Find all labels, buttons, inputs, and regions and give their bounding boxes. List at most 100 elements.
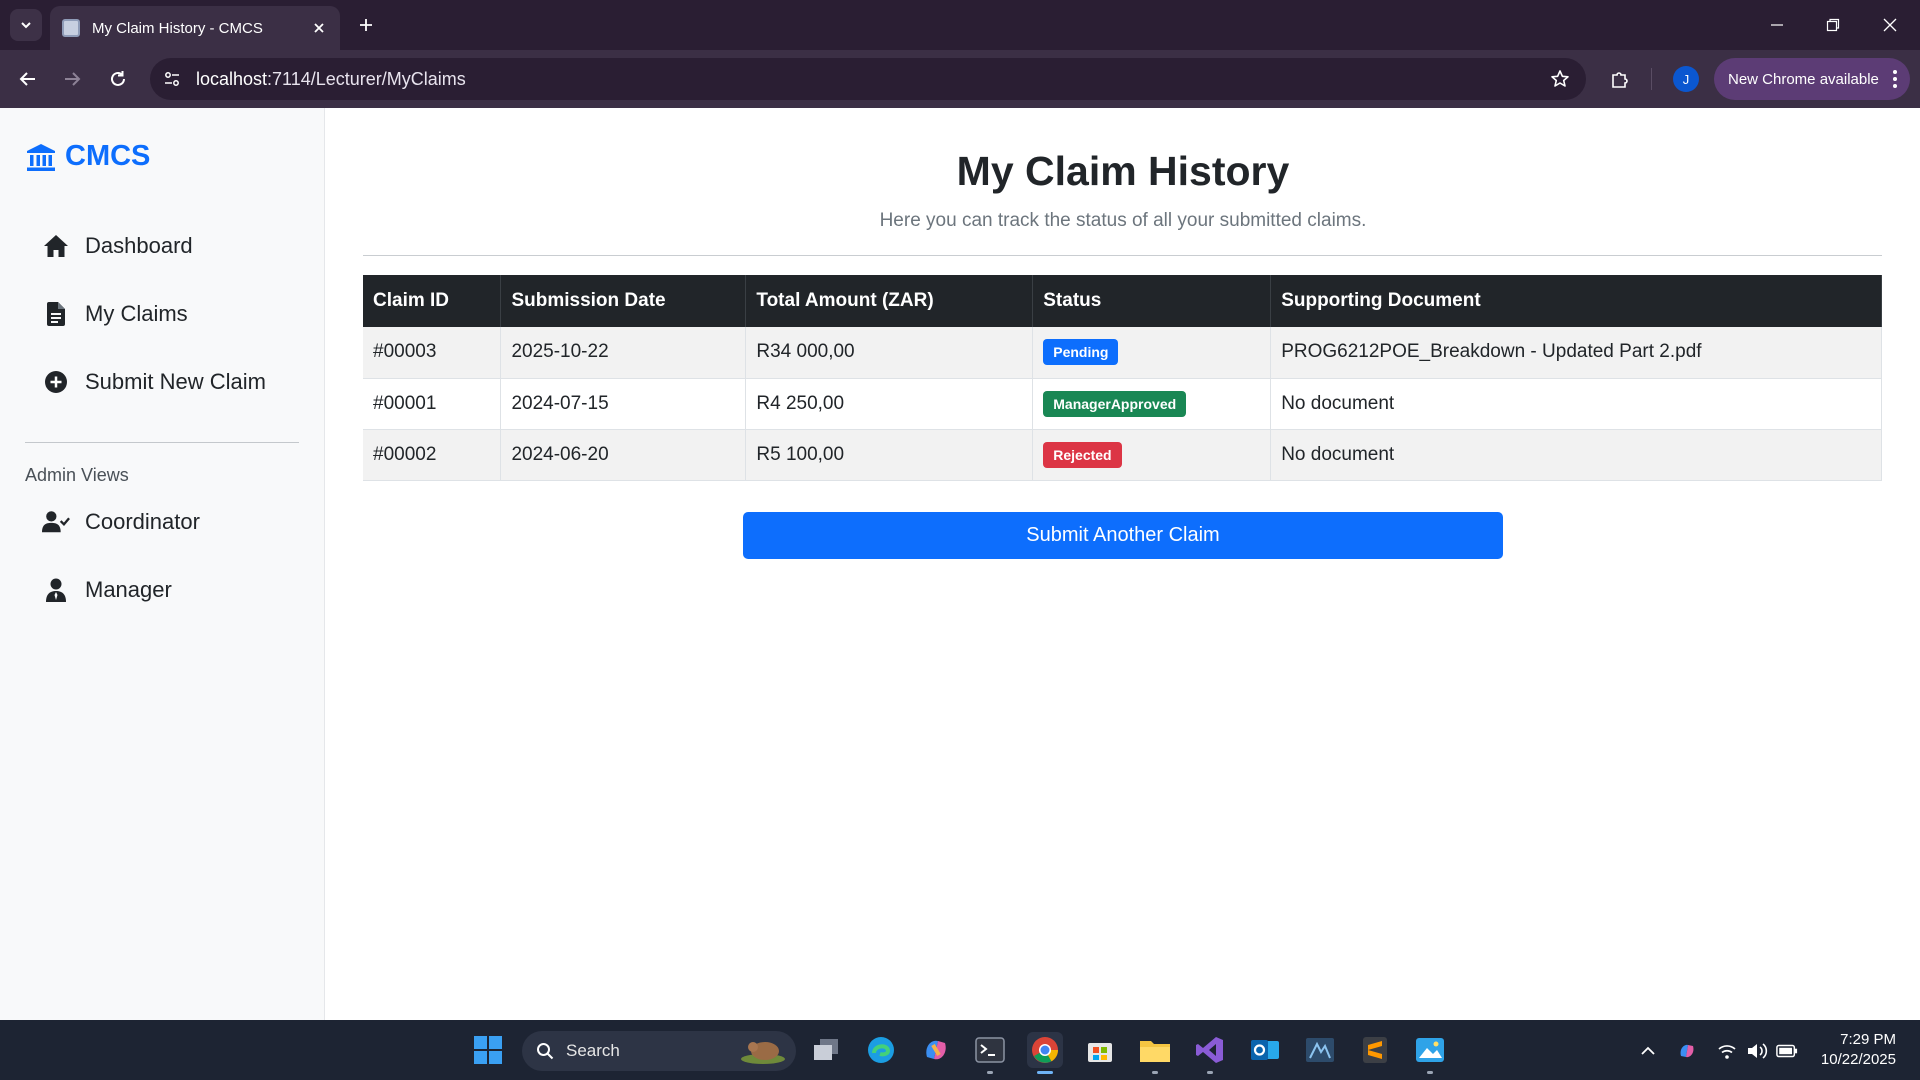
document-cell: No document [1270, 429, 1882, 481]
claims-table: Claim ID Submission Date Total Amount (Z… [363, 275, 1882, 481]
tab-close-icon[interactable] [310, 19, 328, 37]
terminal-icon [975, 1037, 1005, 1063]
chrome-icon [1032, 1037, 1059, 1063]
sidebar-item-manager[interactable]: Manager [42, 568, 302, 612]
column-header-total-amount[interactable]: Total Amount (ZAR) [745, 275, 1034, 327]
user-check-icon [42, 508, 70, 536]
running-indicator [1427, 1071, 1433, 1074]
column-header-submission-date[interactable]: Submission Date [500, 275, 747, 327]
toolbar-separator [1651, 68, 1652, 90]
submit-another-claim-button[interactable]: Submit Another Claim [743, 512, 1503, 559]
admin-views-heading: Admin Views [25, 465, 129, 485]
restore-window-button[interactable] [1818, 10, 1848, 40]
status-cell: ManagerApproved [1032, 378, 1272, 430]
table-header-row: Claim ID Submission Date Total Amount (Z… [363, 275, 1882, 327]
photos-icon [1416, 1038, 1444, 1062]
system-clock[interactable]: 7:29 PM 10/22/2025 [1821, 1030, 1896, 1070]
status-badge: Rejected [1043, 441, 1122, 468]
battery-icon[interactable] [1776, 1040, 1798, 1062]
claim-id-cell: #00001 [363, 378, 502, 430]
address-bar[interactable]: localhost:7114/Lecturer/MyClaims [150, 58, 1586, 100]
submission-date-cell: 2024-07-15 [500, 378, 747, 430]
tray-copilot-icon[interactable] [1676, 1040, 1698, 1062]
close-window-button[interactable] [1875, 10, 1905, 40]
chrome-update-label: New Chrome available [1728, 70, 1879, 88]
restore-icon [1826, 18, 1840, 32]
bookmark-star-icon[interactable] [1548, 67, 1572, 91]
sublime-icon [1363, 1037, 1387, 1063]
plus-circle-icon [42, 368, 70, 396]
search-highlight-icon [741, 1042, 785, 1064]
url-text: localhost:7114/Lecturer/MyClaims [196, 69, 466, 90]
new-tab-button[interactable] [352, 11, 380, 39]
taskbar-sublime-text[interactable] [1357, 1032, 1393, 1068]
taskbar: Search 7:29 PM 10/22/2025 [0, 1020, 1920, 1080]
sidebar-item-label: Coordinator [85, 509, 200, 534]
forward-button[interactable] [56, 63, 88, 95]
submission-date-cell: 2025-10-22 [500, 327, 747, 379]
volume-icon[interactable] [1746, 1040, 1768, 1062]
browser-toolbar: localhost:7114/Lecturer/MyClaims J New C… [0, 50, 1920, 108]
minimize-window-button[interactable] [1762, 10, 1792, 40]
reload-button[interactable] [102, 63, 134, 95]
site-info-icon[interactable] [160, 67, 184, 91]
status-cell: Pending [1032, 327, 1272, 379]
chrome-update-button[interactable]: New Chrome available [1714, 58, 1910, 100]
taskbar-outlook[interactable] [1247, 1032, 1283, 1068]
column-header-supporting-document[interactable]: Supporting Document [1270, 275, 1882, 327]
running-indicator [1152, 1071, 1158, 1074]
taskbar-store[interactable] [1082, 1032, 1118, 1068]
taskbar-sql-server[interactable] [1302, 1032, 1338, 1068]
taskbar-file-explorer[interactable] [1137, 1032, 1173, 1074]
sidebar-item-my-claims[interactable]: My Claims [42, 292, 302, 336]
tab-search-button[interactable] [10, 9, 42, 41]
minimize-icon [1771, 24, 1783, 26]
column-header-status[interactable]: Status [1032, 275, 1272, 327]
sidebar-item-label: Submit New Claim [85, 369, 266, 394]
sidebar-item-submit-new-claim[interactable]: Submit New Claim [42, 360, 302, 404]
sidebar-item-coordinator[interactable]: Coordinator [42, 500, 302, 544]
wifi-icon[interactable] [1716, 1040, 1738, 1062]
column-header-claim-id[interactable]: Claim ID [363, 275, 502, 327]
taskbar-search-box[interactable]: Search [522, 1031, 796, 1071]
taskbar-edge[interactable] [863, 1032, 899, 1068]
taskbar-chrome[interactable] [1027, 1032, 1063, 1074]
sidebar-item-label: Dashboard [85, 233, 193, 258]
brand-name: CMCS [65, 140, 151, 172]
profile-avatar[interactable]: J [1673, 66, 1699, 92]
taskbar-terminal[interactable] [972, 1032, 1008, 1074]
main-content: My Claim History Here you can track the … [326, 108, 1920, 1020]
total-amount-cell: R5 100,00 [745, 429, 1034, 481]
sidebar: CMCS Dashboard My Claims Submit New Clai… [0, 108, 325, 1020]
back-button[interactable] [12, 63, 44, 95]
running-indicator [1207, 1071, 1213, 1074]
browser-tab-active[interactable]: My Claim History - CMCS [50, 6, 340, 50]
search-icon [537, 1043, 554, 1060]
reload-icon [111, 71, 125, 86]
task-view-button[interactable] [808, 1032, 844, 1068]
submission-date-cell: 2024-06-20 [500, 429, 747, 481]
brand-link[interactable]: CMCS [25, 140, 150, 173]
url-path: :7114/Lecturer/MyClaims [267, 69, 466, 89]
puzzle-icon [1612, 72, 1628, 88]
start-button[interactable] [470, 1032, 506, 1068]
sidebar-item-dashboard[interactable]: Dashboard [42, 224, 302, 268]
running-indicator [987, 1071, 993, 1074]
bank-icon [27, 143, 55, 171]
extensions-button[interactable] [1604, 63, 1636, 95]
taskbar-visual-studio[interactable] [1192, 1032, 1228, 1074]
tray-overflow-icon[interactable] [1637, 1040, 1659, 1062]
sidebar-item-label: My Claims [85, 301, 188, 326]
document-cell: No document [1270, 378, 1882, 430]
plus-icon [360, 19, 372, 31]
status-cell: Rejected [1032, 429, 1272, 481]
taskbar-photos[interactable] [1412, 1032, 1448, 1074]
windows-logo-icon [474, 1036, 502, 1064]
page-favicon-icon [62, 19, 80, 37]
clock-date: 10/22/2025 [1820, 1051, 1896, 1068]
more-vert-icon [1893, 70, 1897, 88]
taskbar-copilot[interactable] [918, 1032, 954, 1068]
taskbar-search-label: Search [566, 1041, 620, 1060]
table-row: #00002 2024-06-20 R5 100,00 Rejected No … [363, 429, 1882, 481]
claim-id-cell: #00002 [363, 429, 502, 481]
